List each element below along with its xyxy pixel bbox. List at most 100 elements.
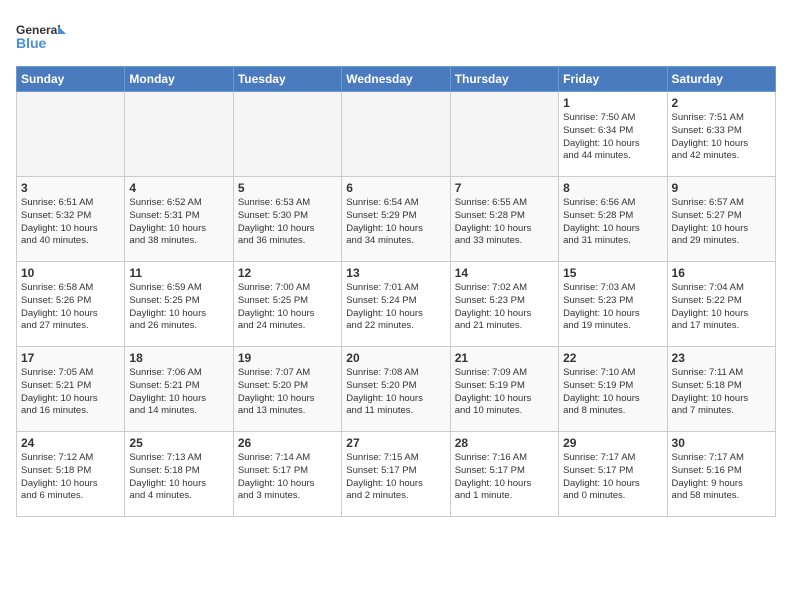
- day-info: Sunrise: 6:52 AM Sunset: 5:31 PM Dayligh…: [129, 197, 228, 248]
- calendar-cell: 29Sunrise: 7:17 AM Sunset: 5:17 PM Dayli…: [559, 432, 667, 517]
- day-info: Sunrise: 7:12 AM Sunset: 5:18 PM Dayligh…: [21, 452, 120, 503]
- calendar-cell: 20Sunrise: 7:08 AM Sunset: 5:20 PM Dayli…: [342, 347, 450, 432]
- day-info: Sunrise: 6:56 AM Sunset: 5:28 PM Dayligh…: [563, 197, 662, 248]
- day-number: 28: [455, 436, 554, 450]
- day-number: 2: [672, 96, 771, 110]
- day-number: 6: [346, 181, 445, 195]
- calendar-cell: 8 Sunrise: 6:56 AM Sunset: 5:28 PM Daylig…: [559, 177, 667, 262]
- calendar-cell: [342, 92, 450, 177]
- day-info: Sunrise: 7:05 AM Sunset: 5:21 PM Dayligh…: [21, 367, 120, 418]
- week-row-2: 3 Sunrise: 6:51 AM Sunset: 5:32 PM Daylig…: [17, 177, 776, 262]
- weekday-header-monday: Monday: [125, 67, 233, 92]
- week-row-4: 17 Sunrise: 7:05 AM Sunset: 5:21 PM Dayli…: [17, 347, 776, 432]
- day-info: Sunrise: 7:06 AM Sunset: 5:21 PM Dayligh…: [129, 367, 228, 418]
- calendar-cell: 24 Sunrise: 7:12 AM Sunset: 5:18 PM Dayli…: [17, 432, 125, 517]
- weekday-header-friday: Friday: [559, 67, 667, 92]
- day-number: 3: [21, 181, 120, 195]
- calendar-cell: 21 Sunrise: 7:09 AM Sunset: 5:19 PM Dayli…: [450, 347, 558, 432]
- day-info: Sunrise: 6:59 AM Sunset: 5:25 PM Dayligh…: [129, 282, 228, 333]
- week-row-3: 10 Sunrise: 6:58 AM Sunset: 5:26 PM Dayli…: [17, 262, 776, 347]
- day-number: 4: [129, 181, 228, 195]
- weekday-header-tuesday: Tuesday: [233, 67, 341, 92]
- calendar-cell: 18 Sunrise: 7:06 AM Sunset: 5:21 PM Dayli…: [125, 347, 233, 432]
- calendar-cell: [125, 92, 233, 177]
- day-info: Sunrise: 7:08 AM Sunset: 5:20 PM Dayligh…: [346, 367, 445, 418]
- header: General Blue: [16, 16, 776, 56]
- day-info: Sunrise: 7:15 AM Sunset: 5:17 PM Dayligh…: [346, 452, 445, 503]
- calendar-cell: 10 Sunrise: 6:58 AM Sunset: 5:26 PM Dayli…: [17, 262, 125, 347]
- logo-svg: General Blue: [16, 16, 66, 56]
- day-number: 10: [21, 266, 120, 280]
- day-number: 11: [129, 266, 228, 280]
- calendar-cell: 3 Sunrise: 6:51 AM Sunset: 5:32 PM Daylig…: [17, 177, 125, 262]
- day-info: Sunrise: 6:55 AM Sunset: 5:28 PM Dayligh…: [455, 197, 554, 248]
- day-number: 19: [238, 351, 337, 365]
- day-number: 17: [21, 351, 120, 365]
- day-number: 23: [672, 351, 771, 365]
- day-number: 13: [346, 266, 445, 280]
- day-info: Sunrise: 6:53 AM Sunset: 5:30 PM Dayligh…: [238, 197, 337, 248]
- weekday-header-row: SundayMondayTuesdayWednesdayThursdayFrid…: [17, 67, 776, 92]
- day-info: Sunrise: 7:03 AM Sunset: 5:23 PM Dayligh…: [563, 282, 662, 333]
- day-info: Sunrise: 7:14 AM Sunset: 5:17 PM Dayligh…: [238, 452, 337, 503]
- calendar-cell: 28Sunrise: 7:16 AM Sunset: 5:17 PM Dayli…: [450, 432, 558, 517]
- day-number: 25: [129, 436, 228, 450]
- week-row-5: 24 Sunrise: 7:12 AM Sunset: 5:18 PM Dayli…: [17, 432, 776, 517]
- calendar-cell: 1Sunrise: 7:50 AM Sunset: 6:34 PM Daylig…: [559, 92, 667, 177]
- calendar-cell: 26 Sunrise: 7:14 AM Sunset: 5:17 PM Dayli…: [233, 432, 341, 517]
- calendar-cell: 30Sunrise: 7:17 AM Sunset: 5:16 PM Dayli…: [667, 432, 775, 517]
- calendar-cell: 4 Sunrise: 6:52 AM Sunset: 5:31 PM Daylig…: [125, 177, 233, 262]
- calendar-cell: [17, 92, 125, 177]
- logo: General Blue: [16, 16, 66, 56]
- day-number: 30: [672, 436, 771, 450]
- day-info: Sunrise: 7:51 AM Sunset: 6:33 PM Dayligh…: [672, 112, 771, 163]
- day-number: 15: [563, 266, 662, 280]
- day-number: 9: [672, 181, 771, 195]
- day-info: Sunrise: 7:09 AM Sunset: 5:19 PM Dayligh…: [455, 367, 554, 418]
- calendar-cell: 16 Sunrise: 7:04 AM Sunset: 5:22 PM Dayli…: [667, 262, 775, 347]
- calendar-cell: 11 Sunrise: 6:59 AM Sunset: 5:25 PM Dayli…: [125, 262, 233, 347]
- calendar-cell: 27Sunrise: 7:15 AM Sunset: 5:17 PM Dayli…: [342, 432, 450, 517]
- day-number: 22: [563, 351, 662, 365]
- svg-text:Blue: Blue: [16, 35, 47, 51]
- calendar-cell: [450, 92, 558, 177]
- day-info: Sunrise: 7:01 AM Sunset: 5:24 PM Dayligh…: [346, 282, 445, 333]
- day-number: 16: [672, 266, 771, 280]
- calendar-cell: [233, 92, 341, 177]
- day-info: Sunrise: 7:11 AM Sunset: 5:18 PM Dayligh…: [672, 367, 771, 418]
- day-number: 24: [21, 436, 120, 450]
- calendar-cell: 12 Sunrise: 7:00 AM Sunset: 5:25 PM Dayli…: [233, 262, 341, 347]
- calendar-cell: 17 Sunrise: 7:05 AM Sunset: 5:21 PM Dayli…: [17, 347, 125, 432]
- day-info: Sunrise: 6:54 AM Sunset: 5:29 PM Dayligh…: [346, 197, 445, 248]
- day-number: 8: [563, 181, 662, 195]
- day-number: 7: [455, 181, 554, 195]
- weekday-header-sunday: Sunday: [17, 67, 125, 92]
- day-info: Sunrise: 7:04 AM Sunset: 5:22 PM Dayligh…: [672, 282, 771, 333]
- calendar-cell: 13 Sunrise: 7:01 AM Sunset: 5:24 PM Dayli…: [342, 262, 450, 347]
- day-info: Sunrise: 6:51 AM Sunset: 5:32 PM Dayligh…: [21, 197, 120, 248]
- day-info: Sunrise: 7:13 AM Sunset: 5:18 PM Dayligh…: [129, 452, 228, 503]
- day-number: 26: [238, 436, 337, 450]
- calendar-cell: 5 Sunrise: 6:53 AM Sunset: 5:30 PM Daylig…: [233, 177, 341, 262]
- day-number: 5: [238, 181, 337, 195]
- day-number: 21: [455, 351, 554, 365]
- day-number: 18: [129, 351, 228, 365]
- day-number: 12: [238, 266, 337, 280]
- calendar-cell: 2 Sunrise: 7:51 AM Sunset: 6:33 PM Daylig…: [667, 92, 775, 177]
- day-info: Sunrise: 7:10 AM Sunset: 5:19 PM Dayligh…: [563, 367, 662, 418]
- day-info: Sunrise: 7:17 AM Sunset: 5:17 PM Dayligh…: [563, 452, 662, 503]
- calendar-cell: 15 Sunrise: 7:03 AM Sunset: 5:23 PM Dayli…: [559, 262, 667, 347]
- calendar-cell: 14 Sunrise: 7:02 AM Sunset: 5:23 PM Dayli…: [450, 262, 558, 347]
- calendar-cell: 6 Sunrise: 6:54 AM Sunset: 5:29 PM Daylig…: [342, 177, 450, 262]
- weekday-header-wednesday: Wednesday: [342, 67, 450, 92]
- day-info: Sunrise: 7:02 AM Sunset: 5:23 PM Dayligh…: [455, 282, 554, 333]
- week-row-1: 1Sunrise: 7:50 AM Sunset: 6:34 PM Daylig…: [17, 92, 776, 177]
- calendar-table: SundayMondayTuesdayWednesdayThursdayFrid…: [16, 66, 776, 517]
- weekday-header-saturday: Saturday: [667, 67, 775, 92]
- day-number: 14: [455, 266, 554, 280]
- day-info: Sunrise: 6:58 AM Sunset: 5:26 PM Dayligh…: [21, 282, 120, 333]
- calendar-cell: 7 Sunrise: 6:55 AM Sunset: 5:28 PM Daylig…: [450, 177, 558, 262]
- calendar-cell: 23 Sunrise: 7:11 AM Sunset: 5:18 PM Dayli…: [667, 347, 775, 432]
- day-info: Sunrise: 7:00 AM Sunset: 5:25 PM Dayligh…: [238, 282, 337, 333]
- calendar-cell: 19Sunrise: 7:07 AM Sunset: 5:20 PM Dayli…: [233, 347, 341, 432]
